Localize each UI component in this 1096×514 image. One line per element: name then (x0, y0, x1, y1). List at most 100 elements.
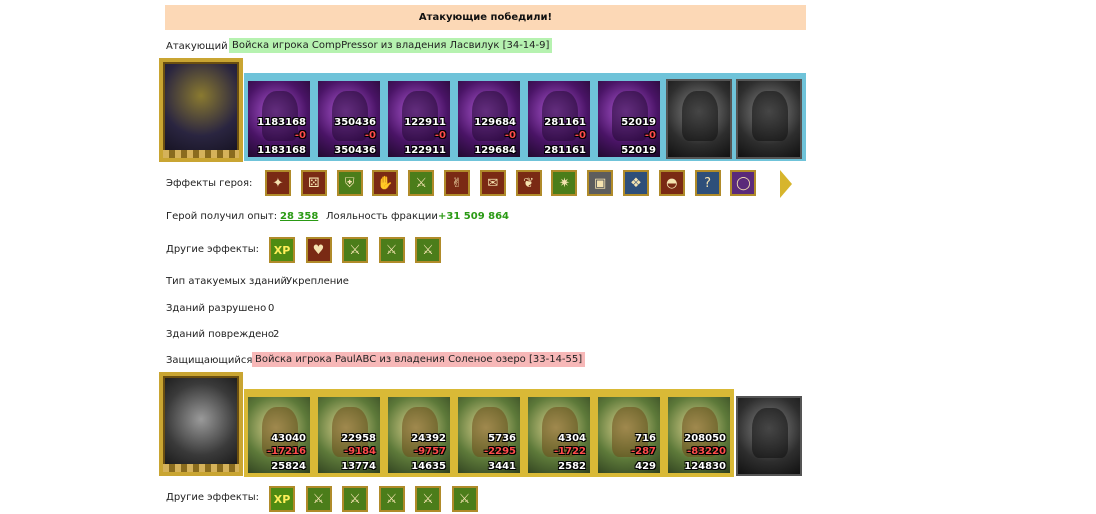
armor-icon[interactable]: ▣ (587, 170, 614, 196)
unit-count-bot: 281161 (544, 145, 586, 156)
hero-frame-base (163, 464, 239, 472)
heart-icon[interactable]: ♥ (305, 237, 332, 263)
scroll-icon[interactable]: ✉ (479, 170, 506, 196)
destroyed-label: Зданий разрушено (166, 303, 267, 314)
defender-other-effects-label: Другие эффекты: (166, 492, 260, 503)
def-unit-card[interactable]: 208050 -83220 124830 (666, 395, 732, 475)
unit-figure (682, 91, 718, 141)
sword-icon[interactable]: ⚔ (342, 486, 368, 512)
unit-count-mid: -2295 (484, 446, 516, 457)
atk-unit-card[interactable] (736, 79, 802, 159)
sword-icon[interactable]: ⚔ (342, 237, 368, 263)
loyalty-label: Лояльность фракции (326, 211, 438, 222)
crystal-icon[interactable]: ❖ (623, 170, 649, 196)
unit-count-mid: -0 (364, 130, 376, 141)
scroll-right-arrow-icon[interactable] (780, 170, 792, 198)
unit-count-top: 4304 (558, 433, 586, 444)
unit-count-bot: 13774 (341, 461, 376, 472)
unit-count-bot: 14635 (411, 461, 446, 472)
unit-figure (752, 91, 788, 141)
question-icon[interactable]: ? (694, 170, 721, 196)
hero-effects-label: Эффекты героя: (166, 178, 253, 189)
defender-label: Защищающийся (166, 355, 253, 366)
unit-count-top: 1183168 (257, 117, 306, 128)
unit-count-bot: 2582 (558, 461, 586, 472)
buildings-type-label: Тип атакуемых зданий (166, 276, 287, 287)
defender-army-name[interactable]: Войска игрока PaulABC из владения Солено… (252, 352, 586, 367)
unit-count-top: 281161 (544, 117, 586, 128)
unit-count-mid: -1722 (554, 446, 586, 457)
sword-icon[interactable]: ⚔ (305, 486, 332, 512)
unit-count-mid: -0 (574, 130, 586, 141)
atk-unit-card[interactable]: 281161 -0 281161 (526, 79, 592, 159)
atk-unit-card[interactable]: 1183168 -0 1183168 (246, 79, 312, 159)
damaged-label: Зданий повреждено (166, 329, 274, 340)
def-unit-card[interactable]: 43040 -17216 25824 (246, 395, 312, 475)
buildings-type-value: Укрепление (286, 276, 349, 287)
unit-figure (402, 91, 438, 141)
xp-value-link[interactable]: 28 358 (280, 211, 318, 222)
unit-count-top: 52019 (621, 117, 656, 128)
unit-count-bot: 25824 (271, 461, 306, 472)
unit-count-mid: -0 (504, 130, 516, 141)
loyalty-value: +31 509 864 (438, 211, 510, 222)
def-unit-card[interactable]: 4304 -1722 2582 (526, 395, 592, 475)
defender-extra-unit-portrait[interactable] (736, 396, 802, 476)
sword-icon[interactable]: ⚔ (451, 486, 478, 512)
xp-label: Герой получил опыт: (166, 211, 278, 222)
helmet-icon[interactable]: ◓ (658, 170, 685, 196)
bag-icon[interactable]: ✦ (265, 170, 291, 196)
unit-figure (542, 91, 578, 141)
unit-count-mid: -83220 (687, 446, 726, 457)
battle-result-banner: Атакующие победили! (165, 5, 806, 30)
sword-icon[interactable]: ⚔ (408, 170, 435, 196)
claw-icon[interactable]: ✷ (551, 170, 578, 196)
defender-hero-portrait[interactable] (159, 372, 243, 476)
unit-figure (472, 91, 508, 141)
unit-count-top: 24392 (411, 433, 446, 444)
sword-icon[interactable]: ⚔ (378, 486, 405, 512)
atk-unit-card[interactable] (666, 79, 732, 159)
attacker-label: Атакующий (166, 41, 228, 52)
ring-icon[interactable]: ◯ (730, 170, 757, 196)
dice-icon[interactable]: ⚄ (300, 170, 327, 196)
def-unit-card[interactable]: 5736 -2295 3441 (456, 395, 522, 475)
sword-icon[interactable]: ⚔ (415, 237, 441, 263)
atk-unit-card[interactable]: 52019 -0 52019 (596, 79, 662, 159)
attacker-hero-portrait[interactable] (159, 58, 243, 162)
sword-icon[interactable]: ⚔ (415, 486, 441, 512)
handshake-icon[interactable]: ✌ (444, 170, 470, 196)
def-unit-card[interactable]: 24392 -9757 14635 (386, 395, 452, 475)
unit-count-bot: 129684 (474, 145, 516, 156)
attacker-other-effects-label: Другие эффекты: (166, 244, 260, 255)
unit-count-bot: 122911 (404, 145, 446, 156)
unit-count-bot: 124830 (684, 461, 726, 472)
unit-count-mid: -287 (630, 446, 656, 457)
pouch-icon[interactable]: ❦ (515, 170, 542, 196)
unit-count-mid: -0 (294, 130, 306, 141)
sword-icon[interactable]: ⚔ (378, 237, 405, 263)
unit-count-mid: -17216 (267, 446, 306, 457)
atk-unit-card[interactable]: 122911 -0 122911 (386, 79, 452, 159)
damaged-value: 2 (273, 329, 280, 340)
unit-count-mid: -0 (434, 130, 446, 141)
def-unit-card[interactable]: 22958 -9184 13774 (316, 395, 382, 475)
unit-count-mid: -0 (644, 130, 656, 141)
unit-count-top: 122911 (404, 117, 446, 128)
unit-count-mid: -9757 (414, 446, 446, 457)
unit-count-top: 208050 (684, 433, 726, 444)
unit-count-bot: 3441 (488, 461, 516, 472)
shield-icon[interactable]: ⛨ (336, 170, 363, 196)
hero-frame-base (163, 150, 239, 158)
unit-count-mid: -9184 (344, 446, 376, 457)
unit-count-top: 716 (635, 433, 656, 444)
attacker-army-name[interactable]: Войска игрока CompPressor из владения Ла… (229, 38, 553, 53)
atk-unit-card[interactable]: 350436 -0 350436 (316, 79, 382, 159)
xp-icon[interactable]: XP (269, 486, 295, 512)
hand-icon[interactable]: ✋ (372, 170, 399, 196)
unit-figure (262, 91, 298, 141)
atk-unit-card[interactable]: 129684 -0 129684 (456, 79, 522, 159)
def-unit-card[interactable]: 716 -287 429 (596, 395, 662, 475)
unit-count-top: 350436 (334, 117, 376, 128)
xp-icon[interactable]: XP (269, 237, 295, 263)
